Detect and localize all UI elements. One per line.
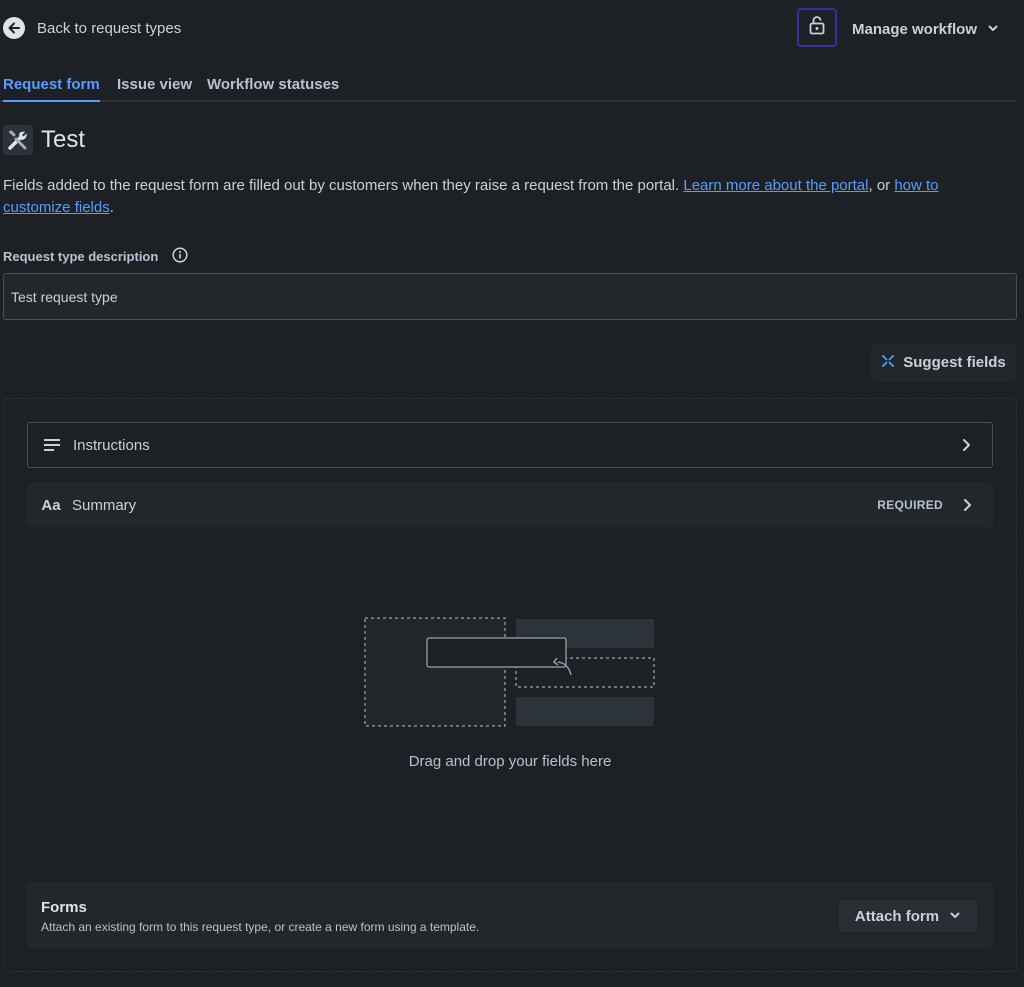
tools-icon: [3, 125, 33, 155]
chevron-right-icon[interactable]: [956, 438, 976, 452]
chevron-right-icon[interactable]: [957, 498, 977, 512]
drag-drop-illustration: [364, 617, 656, 727]
manage-workflow-button[interactable]: Manage workflow: [852, 16, 999, 42]
help-text-suffix: .: [109, 199, 114, 216]
text-style-icon: Aa: [41, 496, 61, 514]
help-text-prefix: Fields added to the request form are fil…: [3, 177, 684, 194]
unlock-icon: [808, 15, 826, 40]
sparkle-icon: [881, 354, 903, 372]
field-label: Instructions: [73, 436, 150, 454]
help-text: Fields added to the request form are fil…: [3, 175, 1003, 219]
suggest-fields-label: Suggest fields: [903, 354, 1006, 371]
dropzone-text: Drag and drop your fields here: [408, 753, 612, 770]
lock-button[interactable]: [797, 8, 837, 47]
description-input[interactable]: Test request type: [3, 273, 1017, 320]
forms-subtitle: Attach an existing form to this request …: [41, 920, 480, 934]
page-header: Test: [3, 123, 85, 157]
arrow-left-icon: [3, 17, 25, 39]
tab-workflow-statuses[interactable]: Workflow statuses: [207, 76, 339, 102]
back-link-label: Back to request types: [37, 19, 182, 37]
chevron-down-icon: [939, 908, 961, 925]
tab-bar: Request form Issue view Workflow statuse…: [0, 72, 1016, 102]
top-bar: Back to request types Manage workflow: [0, 0, 1024, 58]
description-label-text: Request type description: [3, 248, 159, 264]
description-label: Request type description: [3, 246, 188, 266]
forms-card: Forms Attach an existing form to this re…: [27, 882, 993, 948]
help-text-middle: , or: [868, 177, 895, 194]
learn-more-portal-link[interactable]: Learn more about the portal: [683, 177, 868, 194]
suggest-fields-button[interactable]: Suggest fields: [871, 344, 1016, 381]
required-badge: REQUIRED: [877, 498, 943, 512]
field-instructions[interactable]: Instructions: [27, 422, 993, 468]
attach-form-label: Attach form: [854, 907, 940, 925]
manage-workflow-label: Manage workflow: [852, 20, 978, 38]
tab-issue-view[interactable]: Issue view: [117, 76, 192, 102]
back-to-request-types-link[interactable]: Back to request types: [3, 17, 181, 39]
chevron-down-icon: [977, 21, 999, 38]
text-lines-icon: [41, 439, 63, 451]
info-icon[interactable]: [172, 246, 188, 266]
attach-form-button[interactable]: Attach form: [839, 900, 977, 932]
forms-title: Forms: [41, 899, 87, 916]
page-title: Test: [41, 126, 86, 153]
field-summary[interactable]: Aa Summary REQUIRED: [27, 483, 993, 527]
tab-request-form[interactable]: Request form: [3, 76, 100, 102]
field-label: Summary: [72, 496, 137, 514]
